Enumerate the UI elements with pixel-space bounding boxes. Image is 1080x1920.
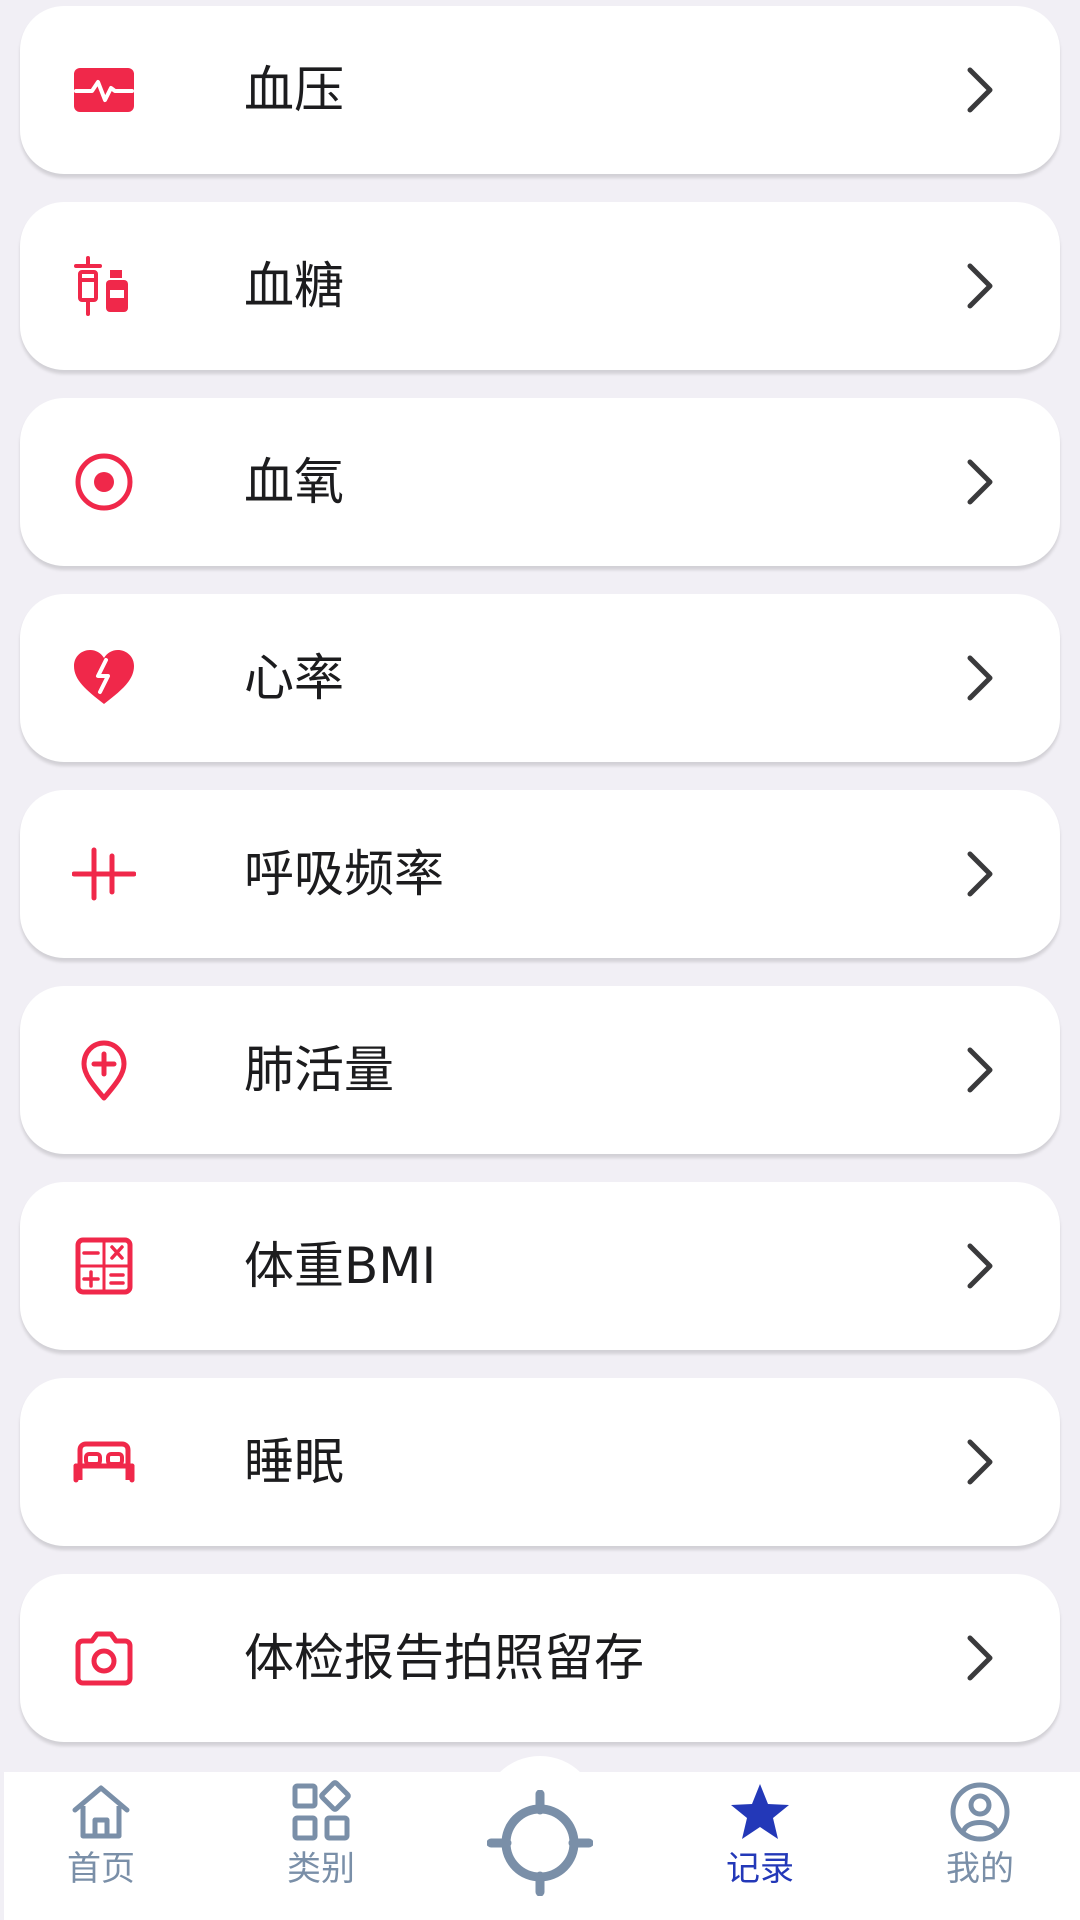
chevron-right-icon	[960, 1240, 1000, 1292]
menu-item-blood-sugar[interactable]: 血糖	[20, 202, 1060, 370]
blood-pressure-icon	[72, 58, 136, 122]
menu-item-label: 体重BMI	[244, 1237, 437, 1295]
chevron-right-icon	[960, 260, 1000, 312]
tab-record[interactable]: 记录	[690, 1780, 830, 1910]
tab-home[interactable]: 首页	[31, 1780, 171, 1910]
menu-item-label: 呼吸频率	[244, 845, 444, 903]
blood-oxygen-icon	[72, 450, 136, 514]
menu-item-label: 肺活量	[244, 1041, 394, 1099]
tab-category[interactable]: 类别	[251, 1780, 391, 1910]
blood-sugar-icon	[72, 254, 136, 318]
menu-item-checkup-photo[interactable]: 体检报告拍照留存	[20, 1574, 1060, 1742]
camera-icon	[72, 1626, 136, 1690]
menu-item-respiration[interactable]: 呼吸频率	[20, 790, 1060, 958]
tab-home-label: 首页	[67, 1849, 135, 1889]
menu-item-label: 血压	[244, 61, 344, 119]
home-icon	[69, 1780, 133, 1844]
chevron-right-icon	[960, 456, 1000, 508]
menu-item-weight-bmi[interactable]: 体重BMI	[20, 1182, 1060, 1350]
chevron-right-icon	[960, 848, 1000, 900]
crosshair-icon	[487, 1790, 593, 1896]
menu-item-label: 睡眠	[244, 1433, 344, 1491]
bed-icon	[72, 1430, 136, 1494]
screen: 血压 血糖 血氧 心率 呼吸频率 肺活量 体重BMI 睡眠 体检报告拍照留存 首…	[0, 0, 1080, 1920]
menu-item-lung-capacity[interactable]: 肺活量	[20, 986, 1060, 1154]
menu-item-label: 血氧	[244, 453, 344, 511]
heart-rate-icon	[72, 646, 136, 710]
locate-button[interactable]	[487, 1790, 593, 1896]
user-circle-icon	[948, 1780, 1012, 1844]
tab-record-label: 记录	[726, 1849, 794, 1889]
menu-item-blood-pressure[interactable]: 血压	[20, 6, 1060, 174]
lung-capacity-icon	[72, 1038, 136, 1102]
chevron-right-icon	[960, 1436, 1000, 1488]
menu-item-heart-rate[interactable]: 心率	[20, 594, 1060, 762]
menu-item-label: 心率	[244, 649, 344, 707]
tab-category-label: 类别	[287, 1849, 355, 1889]
menu-item-sleep[interactable]: 睡眠	[20, 1378, 1060, 1546]
grid-icon	[289, 1780, 353, 1844]
star-icon	[728, 1780, 792, 1844]
chevron-right-icon	[960, 1044, 1000, 1096]
calculator-icon	[72, 1234, 136, 1298]
menu-list: 血压 血糖 血氧 心率 呼吸频率 肺活量 体重BMI 睡眠 体检报告拍照留存	[20, 6, 1060, 1770]
menu-item-label: 血糖	[244, 257, 344, 315]
tab-mine[interactable]: 我的	[910, 1780, 1050, 1910]
chevron-right-icon	[960, 652, 1000, 704]
chevron-right-icon	[960, 64, 1000, 116]
tab-mine-label: 我的	[946, 1849, 1014, 1889]
respiration-icon	[72, 842, 136, 906]
chevron-right-icon	[960, 1632, 1000, 1684]
menu-item-label: 体检报告拍照留存	[244, 1629, 644, 1687]
menu-item-blood-oxygen[interactable]: 血氧	[20, 398, 1060, 566]
